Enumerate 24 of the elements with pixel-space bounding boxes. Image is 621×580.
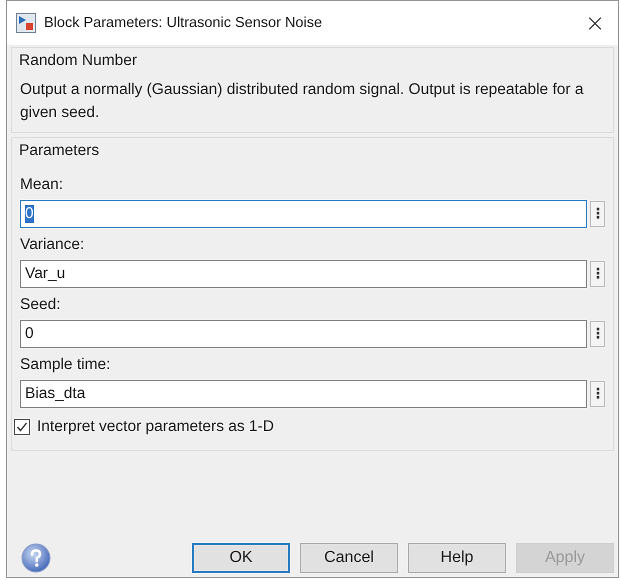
group-title: Random Number [19, 52, 138, 70]
dialog-button[interactable]: Cancel [300, 543, 398, 573]
checkbox-label: Interpret vector parameters as 1-D [37, 418, 274, 436]
block-icon [16, 13, 36, 33]
options-button[interactable]: ⋮ [590, 201, 605, 227]
dialog-button[interactable]: Help [408, 543, 506, 573]
field-label: Mean: [20, 176, 64, 194]
description-text: Output a normally (Gaussian) distributed random signal. Output is repeatable for a given seed. [20, 80, 584, 123]
input-field[interactable]: Bias_dta [20, 380, 587, 408]
checkbox[interactable] [14, 419, 30, 435]
input-field[interactable]: Var_u [20, 260, 587, 288]
field-label: Seed: [20, 296, 62, 314]
input-field[interactable]: 0 [20, 200, 587, 228]
help-icon[interactable] [21, 543, 51, 573]
field-label: Variance: [20, 236, 86, 254]
window-title: Block Parameters: Ultrasonic Sensor Noise [44, 15, 324, 31]
field-label: Sample time: [20, 356, 112, 374]
close-button[interactable]: × [572, 1, 618, 45]
input-field[interactable]: 0 [20, 320, 587, 348]
options-button[interactable]: ⋮ [590, 381, 605, 407]
group-title: Parameters [19, 142, 100, 160]
options-button[interactable]: ⋮ [590, 261, 605, 287]
dialog-button[interactable]: OK [192, 543, 290, 573]
options-button[interactable]: ⋮ [590, 321, 605, 347]
